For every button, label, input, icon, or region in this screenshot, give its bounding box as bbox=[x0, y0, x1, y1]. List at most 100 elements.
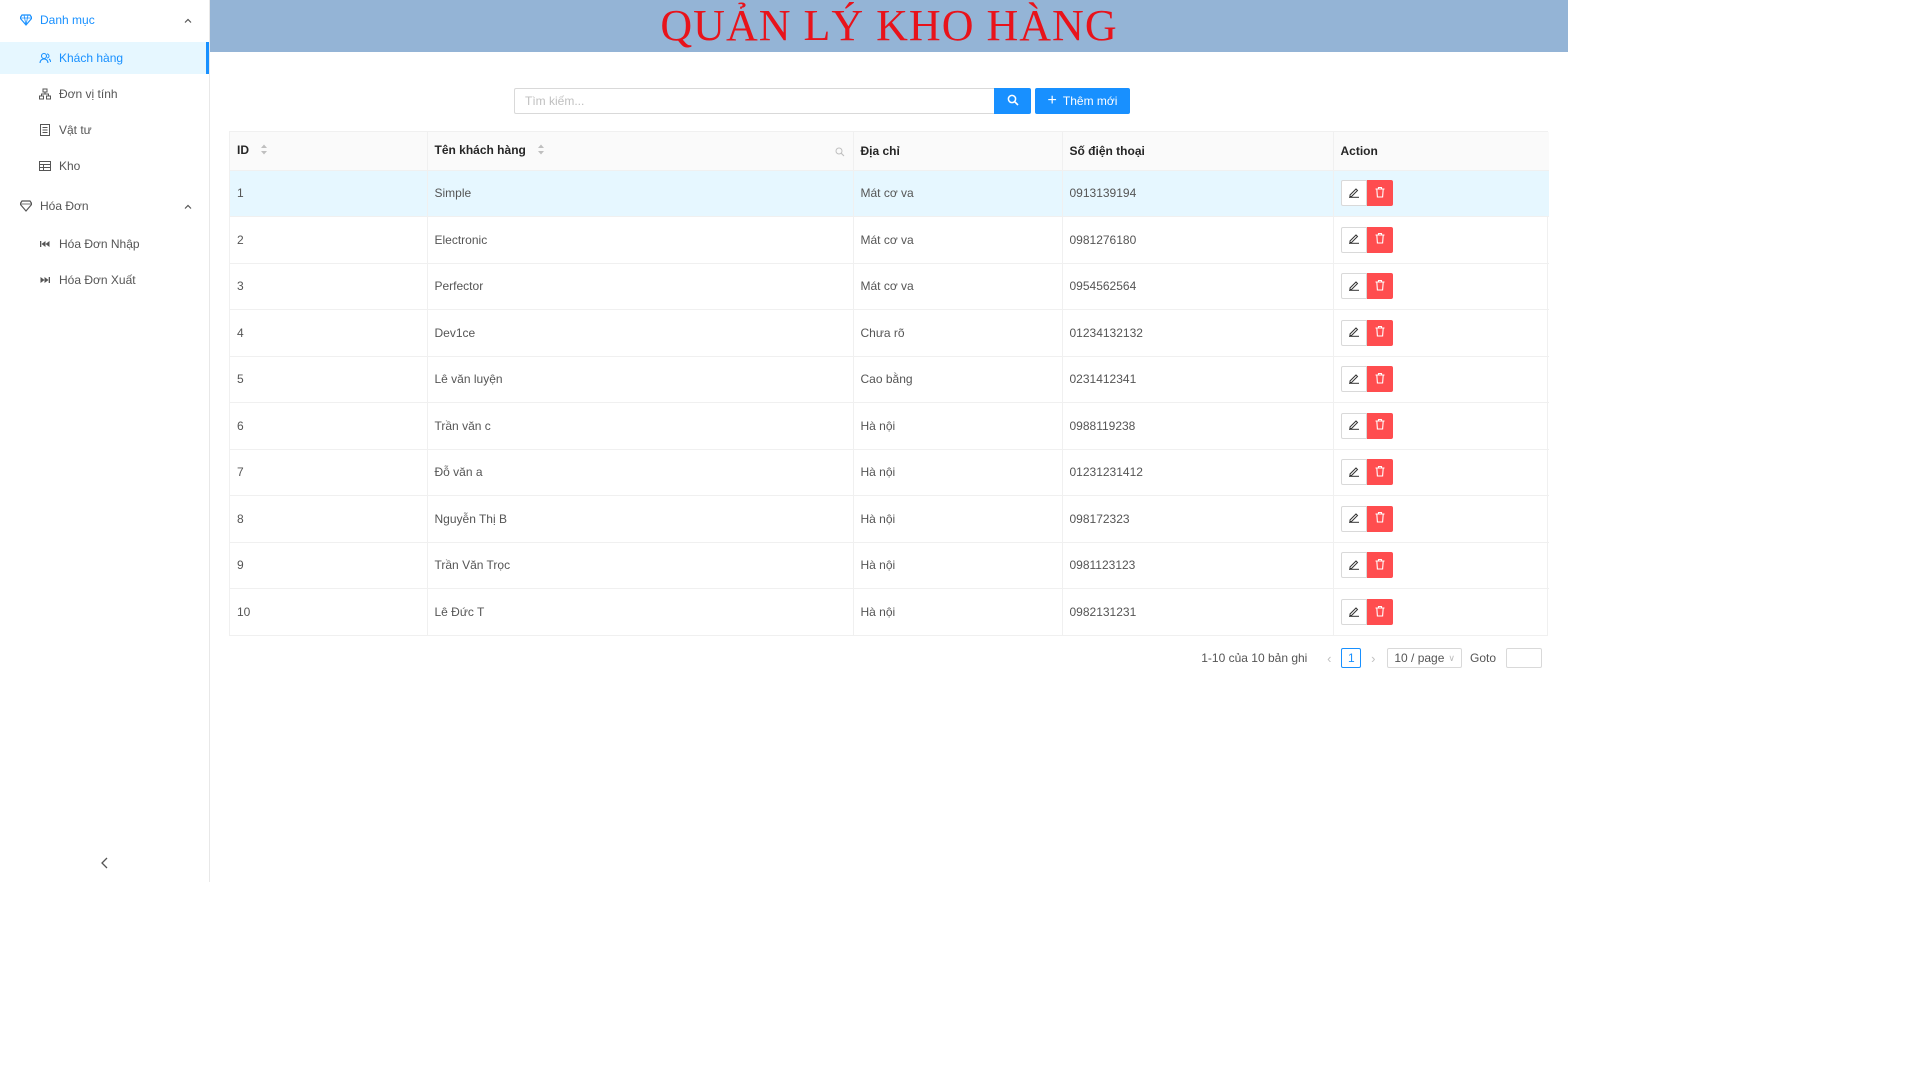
edit-button[interactable] bbox=[1340, 505, 1367, 532]
column-search-icon[interactable] bbox=[835, 146, 845, 157]
page-size-value: 10 / page bbox=[1394, 651, 1445, 665]
column-header-id[interactable]: ID bbox=[230, 132, 428, 171]
search-input[interactable] bbox=[514, 88, 994, 114]
cell-phone: 0231412341 bbox=[1062, 356, 1334, 403]
edit-icon bbox=[1348, 279, 1360, 294]
cell-address: Hà nội bbox=[853, 449, 1063, 496]
action-group bbox=[1340, 505, 1543, 532]
menu-group-label: Danh mục bbox=[40, 12, 95, 27]
column-header-address: Địa chỉ bbox=[853, 132, 1063, 171]
delete-button[interactable] bbox=[1366, 599, 1393, 625]
sidebar: Danh mục Khách hàng Đơn vị tính Vật tư K… bbox=[0, 0, 210, 882]
action-group bbox=[1340, 319, 1543, 346]
sidebar-item-label: Khách hàng bbox=[59, 51, 124, 65]
action-group bbox=[1340, 459, 1543, 486]
pagination-total: 1-10 của 10 bản ghi bbox=[1201, 651, 1308, 665]
trash-icon bbox=[1374, 418, 1386, 433]
chevron-up-icon bbox=[183, 201, 193, 211]
cell-action bbox=[1333, 263, 1549, 310]
table-row: 10 Lê Đức T Hà nội 0982131231 bbox=[230, 588, 1549, 635]
cluster-icon bbox=[39, 88, 51, 100]
column-header-name[interactable]: Tên khách hàng bbox=[427, 132, 854, 171]
column-header-action: Action bbox=[1333, 132, 1549, 171]
collapse-sidebar-icon[interactable] bbox=[98, 856, 112, 870]
edit-button[interactable] bbox=[1340, 552, 1367, 579]
edit-button[interactable] bbox=[1340, 366, 1367, 393]
edit-icon bbox=[1348, 605, 1360, 620]
edit-button[interactable] bbox=[1340, 459, 1367, 486]
prev-page-icon[interactable]: ‹ bbox=[1319, 651, 1339, 666]
edit-button[interactable] bbox=[1340, 412, 1367, 439]
edit-icon bbox=[1348, 186, 1360, 201]
delete-button[interactable] bbox=[1366, 273, 1393, 300]
table-row: 2 Electronic Mát cơ va 0981276180 bbox=[230, 216, 1549, 264]
delete-button[interactable] bbox=[1366, 412, 1393, 439]
chevron-down-icon: ∨ bbox=[1448, 652, 1455, 663]
sidebar-item-label: Hóa Đơn Nhập bbox=[59, 237, 140, 251]
cell-address: Cao bằng bbox=[853, 356, 1063, 403]
sort-icon[interactable] bbox=[260, 144, 268, 158]
sidebar-item-vat-tu[interactable]: Vật tư bbox=[0, 114, 209, 146]
cell-address: Mát cơ va bbox=[853, 263, 1063, 310]
pagination: 1-10 của 10 bản ghi ‹ 1 › 10 / page ∨ Go… bbox=[1201, 648, 1542, 668]
cell-address: Hà nội bbox=[853, 588, 1063, 635]
table-row: 4 Dev1ce Chưa rõ 01234132132 bbox=[230, 309, 1549, 357]
action-group bbox=[1340, 226, 1543, 253]
page-title: QUẢN LÝ KHO HÀNG bbox=[660, 1, 1118, 50]
edit-button[interactable] bbox=[1340, 226, 1367, 253]
cell-action bbox=[1333, 449, 1549, 496]
sidebar-item-don-vi-tinh[interactable]: Đơn vị tính bbox=[0, 78, 209, 110]
delete-button[interactable] bbox=[1366, 459, 1393, 486]
delete-button[interactable] bbox=[1366, 505, 1393, 532]
trash-icon bbox=[1374, 232, 1386, 247]
delete-button[interactable] bbox=[1366, 180, 1393, 207]
cell-id: 4 bbox=[230, 309, 428, 357]
next-page-icon[interactable]: › bbox=[1363, 651, 1383, 666]
trash-icon bbox=[1374, 558, 1386, 573]
edit-icon bbox=[1348, 465, 1360, 480]
edit-button[interactable] bbox=[1340, 180, 1367, 207]
delete-button[interactable] bbox=[1366, 552, 1393, 579]
sidebar-item-khach-hang[interactable]: Khách hàng bbox=[0, 42, 209, 74]
menu-group-danh-muc[interactable]: Danh mục bbox=[0, 0, 209, 39]
cell-phone: 0954562564 bbox=[1062, 263, 1334, 310]
column-header-label: Tên khách hàng bbox=[434, 143, 526, 158]
menu-group-label: Hóa Đơn bbox=[40, 198, 89, 213]
cell-action bbox=[1333, 170, 1549, 217]
table-row: 8 Nguyễn Thị B Hà nội 098172323 bbox=[230, 495, 1549, 543]
cell-name: Lê Đức T bbox=[427, 588, 854, 635]
sidebar-item-label: Hóa Đơn Xuất bbox=[59, 273, 136, 287]
edit-button[interactable] bbox=[1340, 273, 1367, 300]
goto-label: Goto bbox=[1469, 651, 1496, 665]
users-icon bbox=[39, 52, 51, 64]
cell-id: 5 bbox=[230, 356, 428, 403]
sort-icon[interactable] bbox=[537, 144, 545, 158]
warehouse-icon bbox=[39, 160, 51, 172]
delete-button[interactable] bbox=[1366, 366, 1393, 393]
cell-name: Simple bbox=[427, 170, 854, 217]
cell-name: Electronic bbox=[427, 216, 854, 264]
page-button[interactable]: 1 bbox=[1341, 648, 1362, 668]
trash-icon bbox=[1374, 511, 1386, 526]
sidebar-item-hoa-don-xuat[interactable]: Hóa Đơn Xuất bbox=[0, 264, 209, 296]
sidebar-item-hoa-don-nhap[interactable]: Hóa Đơn Nhập bbox=[0, 228, 209, 260]
sidebar-item-label: Kho bbox=[59, 159, 81, 173]
cell-phone: 0982131231 bbox=[1062, 588, 1334, 635]
edit-icon bbox=[1348, 372, 1360, 387]
add-new-button[interactable]: + Thêm mới bbox=[1035, 88, 1130, 114]
goto-input[interactable] bbox=[1506, 648, 1542, 668]
delete-button[interactable] bbox=[1366, 319, 1393, 346]
table-row: 7 Đỗ văn a Hà nội 01231231412 bbox=[230, 449, 1549, 496]
delete-button[interactable] bbox=[1366, 226, 1393, 253]
menu-group-hoa-don[interactable]: Hóa Đơn bbox=[0, 186, 209, 225]
page-size-select[interactable]: 10 / page ∨ bbox=[1387, 648, 1462, 668]
table-row: 6 Trần văn c Hà nội 0988119238 bbox=[230, 402, 1549, 450]
search-button[interactable] bbox=[994, 88, 1031, 114]
edit-button[interactable] bbox=[1340, 319, 1367, 346]
cell-id: 8 bbox=[230, 495, 428, 543]
edit-button[interactable] bbox=[1340, 599, 1367, 625]
search-icon bbox=[1007, 94, 1019, 109]
chevron-up-icon bbox=[183, 15, 193, 25]
sidebar-item-kho[interactable]: Kho bbox=[0, 150, 209, 182]
edit-icon bbox=[1348, 418, 1360, 433]
